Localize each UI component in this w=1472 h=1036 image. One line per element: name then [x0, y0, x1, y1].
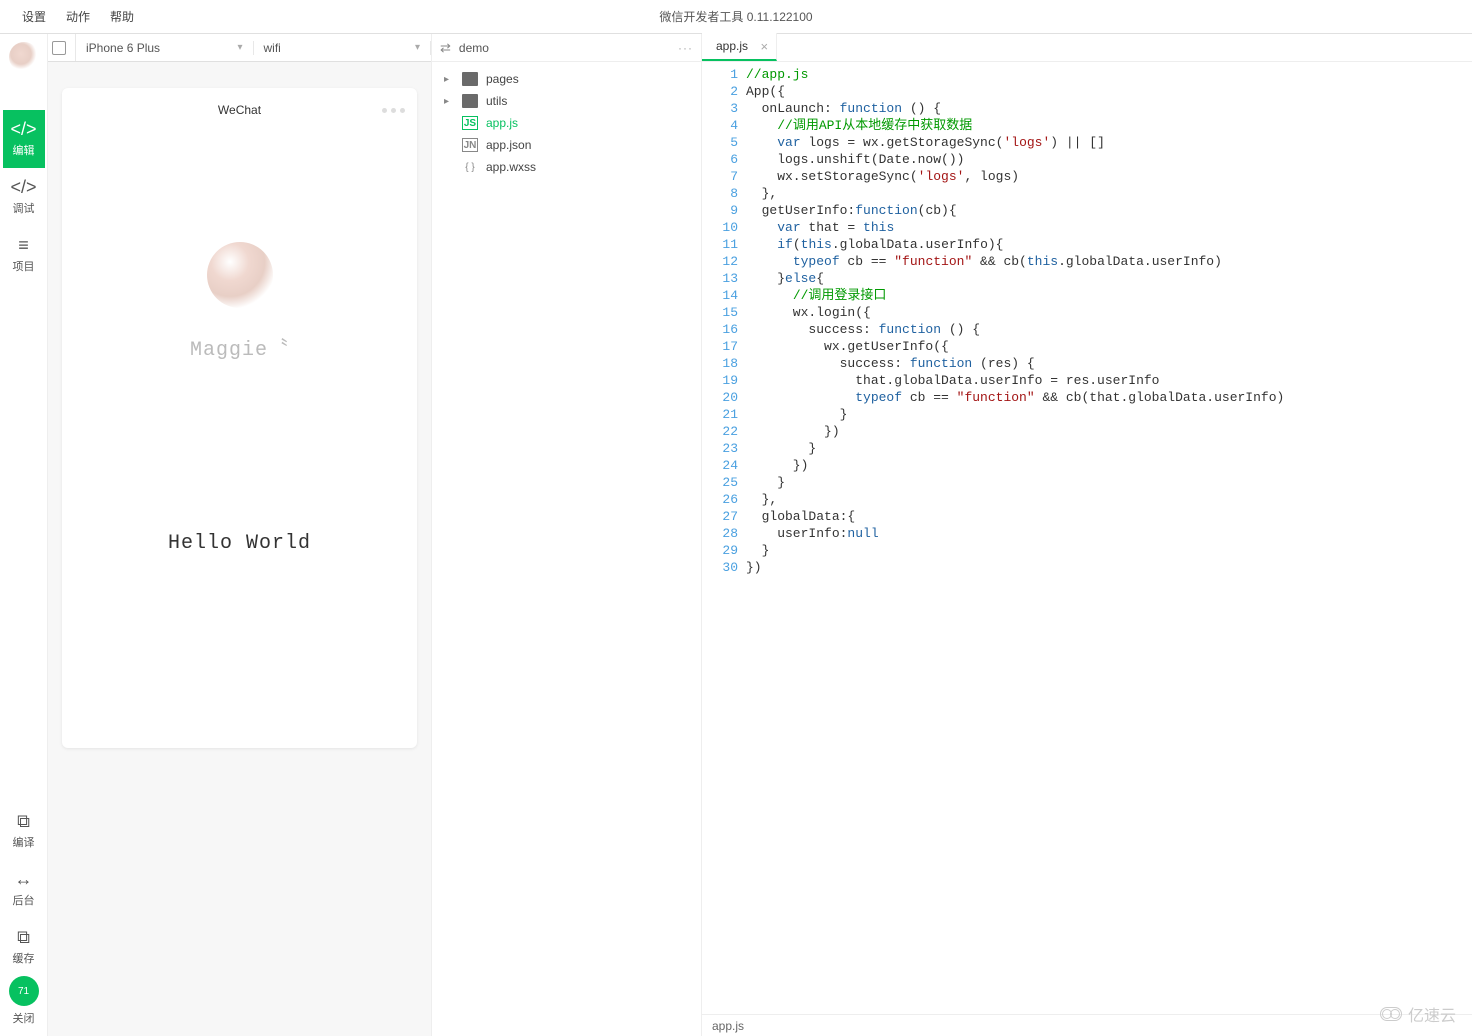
tab-label: app.js: [716, 39, 748, 53]
editor-tabs: app.js ×: [702, 34, 1472, 62]
cloud-icon: [1380, 1007, 1402, 1021]
file-tree: ▸ pages ▸ utils JS app.js JN app.json { } app.wxs…: [432, 62, 701, 184]
tree-item-label: pages: [486, 72, 519, 86]
layers-icon: ⧉: [17, 812, 30, 830]
watermark-text: 亿速云: [1408, 1002, 1456, 1026]
nav-background-label: 后台: [13, 892, 35, 908]
editor-column: app.js × 1234567891011121314151617181920…: [702, 34, 1472, 1036]
nav-compile-label: 编译: [13, 834, 35, 850]
tree-item-pages[interactable]: ▸ pages: [442, 68, 691, 90]
statusbar: app.js: [702, 1014, 1472, 1036]
code-lines[interactable]: //app.jsApp({ onLaunch: function () { //…: [746, 62, 1472, 1014]
app-title: 微信开发者工具 0.11.122100: [659, 8, 812, 25]
network-select[interactable]: wifi ▾: [254, 41, 432, 55]
code-editor[interactable]: 1234567891011121314151617181920212223242…: [702, 62, 1472, 1014]
more-icon[interactable]: ···: [678, 41, 693, 55]
line-gutter: 1234567891011121314151617181920212223242…: [702, 62, 746, 1014]
nav-background[interactable]: ↔ 后台: [3, 860, 45, 918]
menu-help[interactable]: 帮助: [100, 4, 144, 29]
tab-app-js[interactable]: app.js ×: [702, 33, 777, 61]
simulator-body: Maggie〝 Hello World: [62, 132, 417, 748]
titlebar: 设置 动作 帮助 微信开发者工具 0.11.122100: [0, 0, 1472, 34]
device-name: iPhone 6 Plus: [86, 41, 160, 55]
hello-label: Hello World: [168, 532, 311, 555]
json-file-icon: JN: [462, 138, 478, 152]
nav-edit-label: 编辑: [13, 142, 35, 158]
chevron-right-icon: ▸: [444, 96, 454, 107]
close-button[interactable]: [9, 976, 39, 1006]
js-file-icon: JS: [462, 116, 478, 130]
nav-debug-label: 调试: [13, 200, 35, 216]
tree-item-utils[interactable]: ▸ utils: [442, 90, 691, 112]
wxss-file-icon: { }: [462, 160, 478, 174]
tree-item-label: app.wxss: [486, 160, 536, 174]
tree-icon[interactable]: ⇄: [440, 40, 451, 56]
nav-edit[interactable]: </> 编辑: [3, 110, 45, 168]
nav-compile[interactable]: ⧉ 编译: [3, 802, 45, 860]
tree-item-app-js[interactable]: JS app.js: [442, 112, 691, 134]
chevron-down-icon: ▾: [415, 42, 420, 53]
tree-item-label: utils: [486, 94, 507, 108]
status-path: app.js: [712, 1019, 744, 1033]
watermark: 亿速云: [1380, 1002, 1456, 1026]
network-name: wifi: [264, 41, 281, 55]
menu-actions[interactable]: 动作: [56, 4, 100, 29]
file-tree-column: ⇄ demo ··· ▸ pages ▸ utils JS app.js JN app.jso…: [432, 34, 702, 1036]
close-label: 关闭: [13, 1010, 35, 1026]
main-menu: 设置 动作 帮助: [0, 4, 144, 29]
menu-icon: ≡: [18, 236, 29, 254]
nav-project[interactable]: ≡ 项目: [3, 226, 45, 284]
folder-icon: [462, 72, 478, 86]
simulator-title: WeChat: [218, 103, 261, 117]
more-icon[interactable]: [382, 108, 405, 113]
tree-item-app-json[interactable]: JN app.json: [442, 134, 691, 156]
username-label: Maggie〝: [190, 332, 289, 362]
preview-column: iPhone 6 Plus ▾ wifi ▾ WeChat Maggie〝 He…: [48, 34, 432, 1036]
device-select[interactable]: iPhone 6 Plus ▾: [76, 41, 254, 55]
close-icon[interactable]: ×: [760, 39, 768, 54]
chevron-down-icon: ▾: [237, 42, 242, 53]
file-tree-header: ⇄ demo ···: [432, 34, 701, 62]
simulator-titlebar: WeChat: [62, 88, 417, 132]
tree-item-app-wxss[interactable]: { } app.wxss: [442, 156, 691, 178]
code-icon: </>: [10, 120, 36, 138]
nav-debug[interactable]: </> 调试: [3, 168, 45, 226]
device-type-icon[interactable]: [48, 34, 76, 61]
nav-project-label: 项目: [13, 258, 35, 274]
body: </> 编辑 </> 调试 ≡ 项目 ⧉ 编译 ↔ 后台 ⧉ 缓存 关闭: [0, 34, 1472, 1036]
folder-icon: [462, 94, 478, 108]
device-bar: iPhone 6 Plus ▾ wifi ▾: [48, 34, 431, 62]
arrows-icon: ↔: [15, 870, 33, 888]
stack-icon: ⧉: [17, 928, 30, 946]
nav-cache-label: 缓存: [13, 950, 35, 966]
user-avatar-icon[interactable]: [9, 42, 39, 72]
user-avatar-icon: [207, 242, 273, 308]
tree-item-label: app.js: [486, 116, 518, 130]
nav-cache[interactable]: ⧉ 缓存: [3, 918, 45, 976]
menu-settings[interactable]: 设置: [12, 4, 56, 29]
project-name: demo: [459, 41, 489, 55]
debug-icon: </>: [10, 178, 36, 196]
left-sidebar: </> 编辑 </> 调试 ≡ 项目 ⧉ 编译 ↔ 后台 ⧉ 缓存 关闭: [0, 34, 48, 1036]
chevron-right-icon: ▸: [444, 74, 454, 85]
simulator: WeChat Maggie〝 Hello World: [62, 88, 417, 748]
tree-item-label: app.json: [486, 138, 531, 152]
